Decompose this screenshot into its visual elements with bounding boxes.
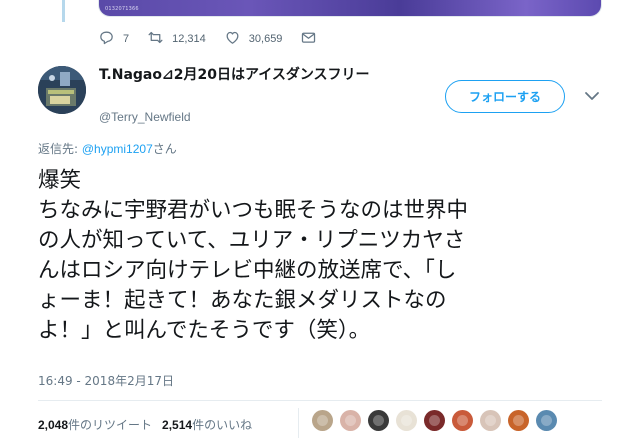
liker-avatar-detail [373, 415, 384, 426]
divider [38, 400, 602, 401]
heart-icon [224, 29, 241, 50]
liker-avatar-detail [401, 415, 412, 426]
tweet-text: 爆笑 ちなみに宇野君がいつも眠そうなのは世界中 の人が知っていて、ユリア・リプニ… [38, 166, 598, 346]
retweet-stat-count: 2,048 [38, 418, 69, 432]
like-stat-count: 2,514 [162, 418, 193, 432]
author-name[interactable]: T.Nagao⊿2月20日はアイスダンスフリー [99, 64, 370, 84]
tweet-text-line: よ！」と叫んでたそうです（笑）。 [38, 318, 371, 343]
chevron-down-icon [583, 88, 601, 107]
tweet-text-line: んはロシア向けテレビ中継の放送席で、「し [38, 258, 457, 283]
liker-avatar[interactable] [480, 410, 501, 431]
media-caption: 0132071366 [105, 6, 139, 12]
retweet-button[interactable]: 12,314 [147, 29, 206, 50]
like-button[interactable]: 30,659 [224, 29, 283, 50]
retweet-count: 12,314 [172, 33, 206, 45]
previous-tweet-actions: 7 12,314 30,659 [98, 28, 335, 50]
like-stat-label: 件のいいね [192, 418, 253, 432]
tweet-timestamp[interactable]: 16:49 - 2018年2月17日 [38, 372, 174, 389]
liker-avatar-detail [457, 415, 468, 426]
thread-connector [62, 0, 65, 22]
avatar[interactable] [38, 66, 86, 114]
liker-avatar-detail [485, 415, 496, 426]
liker-avatar[interactable] [368, 410, 389, 431]
liker-avatar[interactable] [340, 410, 361, 431]
liker-avatar[interactable] [424, 410, 445, 431]
tweet-text-line: ちなみに宇野君がいつも眠そうなのは世界中 [38, 198, 469, 223]
liker-avatar[interactable] [508, 410, 529, 431]
liker-avatar-detail [541, 415, 552, 426]
like-stat[interactable]: 2,514件のいいね [162, 416, 252, 433]
reply-button[interactable]: 7 [98, 29, 129, 50]
previous-tweet-media[interactable]: 0132071366 [98, 0, 602, 17]
reply-to: 返信先: @hypmi1207さん [38, 140, 177, 157]
tweet-text-line: ょーま！起きて！あなた銀メダリストなの [38, 288, 447, 313]
liker-avatar-detail [513, 415, 524, 426]
author-handle[interactable]: @Terry_Newfield [99, 110, 191, 124]
liker-avatar[interactable] [312, 410, 333, 431]
more-options-button[interactable] [583, 88, 601, 102]
liker-avatar[interactable] [396, 410, 417, 431]
reply-prefix: 返信先: [38, 142, 82, 156]
liker-avatar-detail [345, 415, 356, 426]
liker-avatar[interactable] [536, 410, 557, 431]
tweet-text-line: 爆笑 [38, 168, 82, 193]
stats-separator [298, 408, 299, 438]
retweet-stat[interactable]: 2,048件のリツイート [38, 416, 152, 433]
retweet-stat-label: 件のリツイート [68, 418, 153, 432]
follow-button[interactable]: フォローする [445, 80, 565, 113]
reply-suffix: さん [152, 142, 177, 156]
tweet-text-line: の人が知っていて、ユリア・リプニツカヤさ [38, 228, 466, 253]
like-count: 30,659 [248, 33, 283, 45]
dm-button[interactable] [300, 29, 317, 50]
tweet-stats: 2,048件のリツイート 2,514件のいいね [38, 416, 262, 433]
liker-avatar-detail [317, 415, 328, 426]
reply-count: 7 [123, 33, 130, 45]
retweet-icon [147, 29, 164, 50]
liker-avatar[interactable] [452, 410, 473, 431]
liker-avatar-detail [429, 415, 440, 426]
reply-mention-link[interactable]: @hypmi1207 [82, 142, 153, 156]
envelope-icon [300, 29, 317, 50]
reply-icon [98, 29, 115, 50]
likers-avatars [312, 410, 564, 431]
